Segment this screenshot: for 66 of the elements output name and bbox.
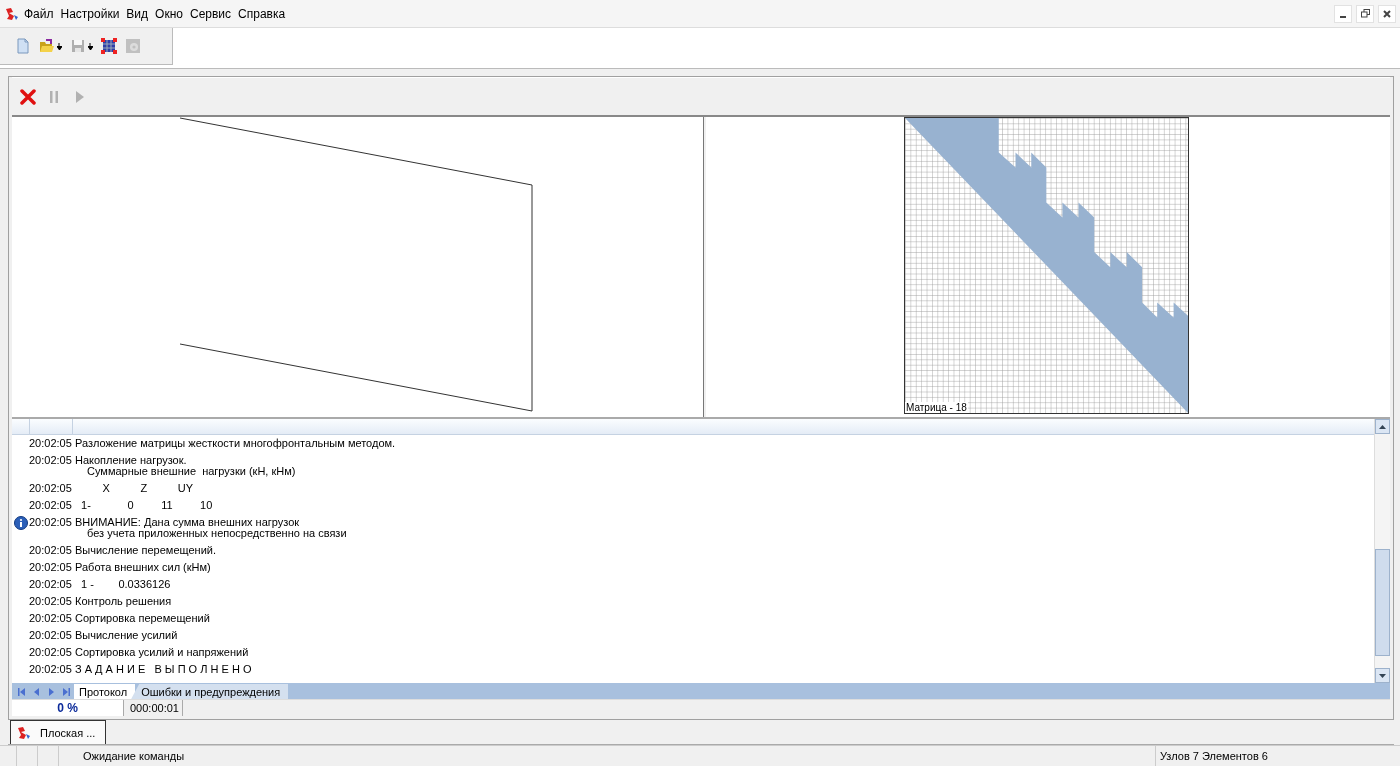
log-message: Сортировка перемещений [75,611,210,626]
log-tab[interactable]: Ошибки и предупреждения [131,684,289,699]
open-folder-icon [39,38,55,54]
previous-icon [34,688,39,696]
log-time: 20:02:05 [29,543,73,558]
log-time: 20:02:05 [29,436,73,451]
log-message: Вычисление усилий [75,628,178,643]
close-icon [1383,9,1391,18]
log-message: Работа внешних сил (кНм) [75,560,211,575]
log-message: 1- 0 11 10 [80,498,213,513]
menu-item[interactable]: Окно [152,6,186,21]
scroll-down-icon [1379,673,1386,678]
close-button[interactable] [1378,4,1396,23]
status-message: Ожидание команды [59,746,1156,766]
menu-item[interactable]: Сервис [186,6,235,21]
log-time: 20:02:05 [29,611,73,626]
menu-item[interactable]: Справка [235,6,289,21]
log-message: X Z UY [101,481,193,496]
log-message: 1 - 0.0336126 [80,577,171,592]
menu-item[interactable]: Вид [123,6,152,21]
matrix-label: Матрица - 18 [905,402,968,413]
app-logo-icon [5,6,19,21]
dropdown-arrow-icon [88,42,93,50]
first-page-icon [18,688,25,696]
log-message: Контроль решения [75,594,172,609]
log-time: 20:02:05 [29,515,73,530]
gear-icon [125,38,141,54]
minimize-icon [1340,15,1346,18]
log-time: 20:02:05 [29,577,73,592]
log-detail: без учета приложенных непосредственно на связи [86,528,347,539]
log-time: 20:02:05 [29,498,73,513]
minimize-button[interactable] [1334,4,1352,23]
table-icon [101,38,117,54]
menu-item[interactable]: Настройки [57,6,123,21]
log-tab[interactable]: Протокол [74,684,136,699]
log-time: 20:02:05 [29,645,73,660]
log-message: Разложение матрицы жесткости многофронтальным методом. [75,436,396,451]
log-message: Вычисление перемещений. [75,543,216,558]
log-time: 20:02:05 [29,628,73,643]
log-time: 20:02:05 [29,594,73,609]
restore-icon [1360,9,1370,18]
toolbar-button[interactable] [98,36,120,56]
log-time: 20:02:05 [29,560,73,575]
menu-item[interactable]: Файл [21,6,57,21]
restore-button[interactable] [1356,4,1374,23]
log-time: 20:02:05 [29,453,73,468]
scroll-up-icon [1379,424,1386,429]
new-document-icon [15,38,31,54]
log-message: З А Д А Н И Е В Ы П О Л Н Е Н О [75,662,252,677]
log-message: ВНИМАНИЕ: Дана сумма внешних нагрузок [75,515,301,528]
log-time: 20:02:05 [29,662,73,677]
dropdown-arrow-icon [57,42,62,50]
log-detail: Суммарные внешние нагрузки (кН, кНм) [86,466,296,477]
next-icon [49,688,54,696]
run-control-button[interactable] [18,86,38,107]
progress-percent: 0 % [12,700,124,716]
log-message: Накопление нагрузок. [75,453,188,467]
elapsed-time: 000:00:01 [124,700,183,716]
vertical-scrollbar[interactable] [1374,419,1390,683]
app-logo-icon [17,725,31,740]
document-tab[interactable]: Плоская ... [10,720,107,744]
log-time: 20:02:05 [29,481,73,496]
last-page-icon [63,688,70,696]
log-message: Сортировка усилий и напряжений [75,645,249,660]
close-icon [20,88,36,105]
model-counts: Узлов 7 Элементов 6 [1159,749,1269,764]
